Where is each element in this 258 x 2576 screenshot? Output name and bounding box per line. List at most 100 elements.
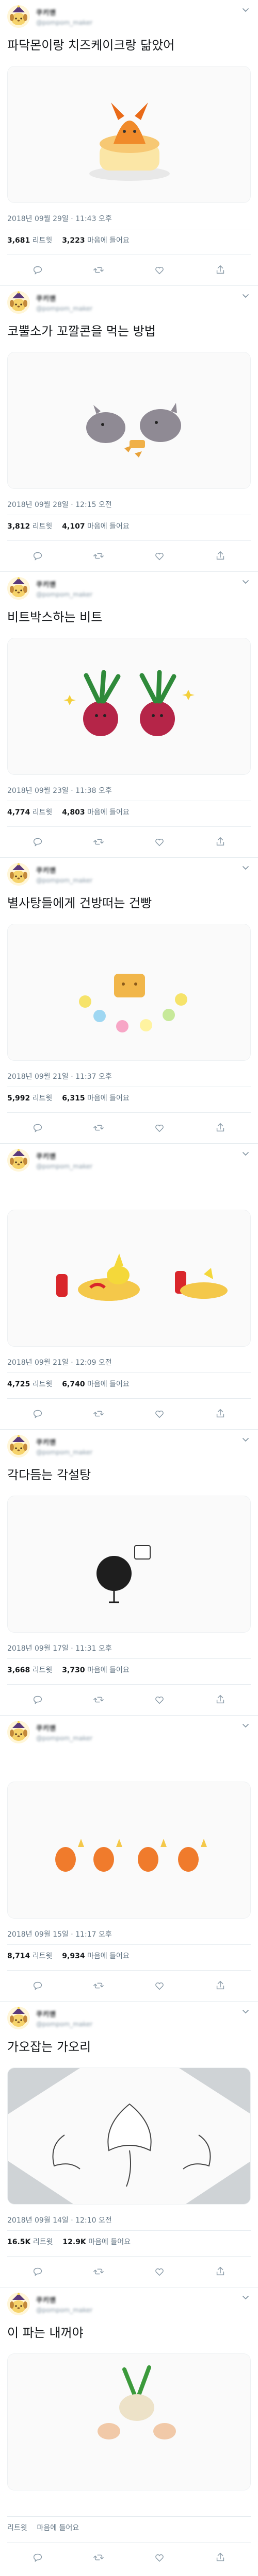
chevron-down-icon[interactable] [240,1435,251,1445]
retweet-icon[interactable] [88,546,109,566]
chevron-down-icon[interactable] [240,291,251,301]
retweet-count[interactable]: 8,714 [7,1952,30,1960]
avatar[interactable] [7,1149,30,1172]
like-label[interactable]: 마음에 들어요 [87,1380,130,1388]
retweet-label[interactable]: 리트윗 [33,1380,53,1388]
like-label[interactable]: 마음에 들어요 [37,2524,79,2532]
user-handle[interactable]: @pompom_maker [36,1735,92,1742]
tweet-image[interactable] [7,66,251,203]
share-icon[interactable] [210,546,231,566]
tweet-timestamp[interactable]: 2018년 09월 15일 · 11:17 오후 [7,1929,112,1939]
user-block[interactable]: 쿠키앤 @pompom_maker [36,7,92,26]
share-icon[interactable] [210,2547,231,2568]
like-count[interactable]: 3,730 [62,1666,85,1674]
like-icon[interactable] [149,832,170,852]
like-icon[interactable] [149,546,170,566]
like-icon[interactable] [149,2261,170,2282]
like-icon[interactable] [149,1117,170,1138]
tweet-image[interactable] [7,1210,251,1347]
retweet-count[interactable]: 4,725 [7,1380,30,1388]
share-icon[interactable] [210,2261,231,2282]
user-handle[interactable]: @pompom_maker [36,19,92,26]
tweet-timestamp[interactable]: 2018년 09월 21일 · 11:37 오후 [7,1071,112,1081]
like-label[interactable]: 마음에 들어요 [87,1952,130,1960]
like-icon[interactable] [149,1403,170,1424]
like-label[interactable]: 마음에 들어요 [87,1666,130,1674]
retweet-label[interactable]: 리트윗 [33,522,53,531]
retweet-icon[interactable] [88,1689,109,1710]
tweet-image[interactable] [7,1782,251,1919]
user-block[interactable]: 쿠키앤 @pompom_maker [36,2009,92,2028]
avatar[interactable] [7,1435,30,1458]
display-name[interactable]: 쿠키앤 [36,579,92,589]
retweet-icon[interactable] [88,1403,109,1424]
avatar[interactable] [7,1721,30,1743]
like-count[interactable]: 4,107 [62,522,85,531]
retweet-label[interactable]: 리트윗 [33,2238,53,2246]
retweet-icon[interactable] [88,2547,109,2568]
chevron-down-icon[interactable] [240,577,251,587]
user-block[interactable]: 쿠키앤 @pompom_maker [36,1437,92,1456]
like-icon[interactable] [149,1975,170,1996]
like-label[interactable]: 마음에 들어요 [88,2238,131,2246]
retweet-count[interactable]: 16.5K [7,2238,30,2246]
tweet-timestamp[interactable]: 2018년 09월 14일 · 12:10 오전 [7,2215,112,2225]
share-icon[interactable] [210,832,231,852]
user-handle[interactable]: @pompom_maker [36,877,92,884]
user-block[interactable]: 쿠키앤 @pompom_maker [36,579,92,598]
display-name[interactable]: 쿠키앤 [36,293,92,303]
like-count[interactable]: 12.9K [62,2238,86,2246]
reply-icon[interactable] [27,2547,48,2568]
display-name[interactable]: 쿠키앤 [36,865,92,875]
tweet-timestamp[interactable]: 2018년 09월 28일 · 12:15 오전 [7,499,112,510]
retweet-count[interactable]: 5,992 [7,1094,30,1103]
user-block[interactable]: 쿠키앤 @pompom_maker [36,1723,92,1742]
like-label[interactable]: 마음에 들어요 [87,1094,130,1103]
retweet-count[interactable]: 3,681 [7,236,30,245]
retweet-count[interactable]: 4,774 [7,808,30,817]
avatar[interactable] [7,2007,30,2029]
chevron-down-icon[interactable] [240,2007,251,2017]
user-handle[interactable]: @pompom_maker [36,591,92,598]
like-count[interactable]: 3,223 [62,236,85,245]
like-count[interactable]: 4,803 [62,808,85,817]
user-handle[interactable]: @pompom_maker [36,2021,92,2028]
reply-icon[interactable] [27,1403,48,1424]
retweet-label[interactable]: 리트윗 [33,1094,53,1103]
reply-icon[interactable] [27,1689,48,1710]
avatar[interactable] [7,5,30,28]
share-icon[interactable] [210,1117,231,1138]
display-name[interactable]: 쿠키앤 [36,2295,92,2304]
chevron-down-icon[interactable] [240,1149,251,1159]
retweet-label[interactable]: 리트윗 [7,2524,27,2532]
like-icon[interactable] [149,2547,170,2568]
retweet-label[interactable]: 리트윗 [33,1666,53,1674]
like-count[interactable]: 6,315 [62,1094,85,1103]
tweet-image[interactable] [7,352,251,489]
display-name[interactable]: 쿠키앤 [36,7,92,17]
retweet-icon[interactable] [88,1117,109,1138]
chevron-down-icon[interactable] [240,5,251,15]
tweet-image[interactable] [7,2067,251,2205]
like-count[interactable]: 6,740 [62,1380,85,1388]
tweet-image[interactable] [7,638,251,775]
share-icon[interactable] [210,260,231,280]
share-icon[interactable] [210,1403,231,1424]
user-block[interactable]: 쿠키앤 @pompom_maker [36,1151,92,1170]
share-icon[interactable] [210,1689,231,1710]
retweet-count[interactable]: 3,812 [7,522,30,531]
retweet-label[interactable]: 리트윗 [33,808,53,817]
tweet-image[interactable] [7,924,251,1061]
like-label[interactable]: 마음에 들어요 [87,808,130,817]
chevron-down-icon[interactable] [240,1721,251,1731]
retweet-icon[interactable] [88,2261,109,2282]
reply-icon[interactable] [27,1117,48,1138]
retweet-label[interactable]: 리트윗 [33,1952,53,1960]
reply-icon[interactable] [27,2261,48,2282]
tweet-timestamp[interactable]: 2018년 09월 21일 · 12:09 오전 [7,1357,112,1367]
display-name[interactable]: 쿠키앤 [36,1723,92,1733]
retweet-icon[interactable] [88,1975,109,1996]
user-handle[interactable]: @pompom_maker [36,1163,92,1170]
user-block[interactable]: 쿠키앤 @pompom_maker [36,2295,92,2314]
retweet-icon[interactable] [88,260,109,280]
